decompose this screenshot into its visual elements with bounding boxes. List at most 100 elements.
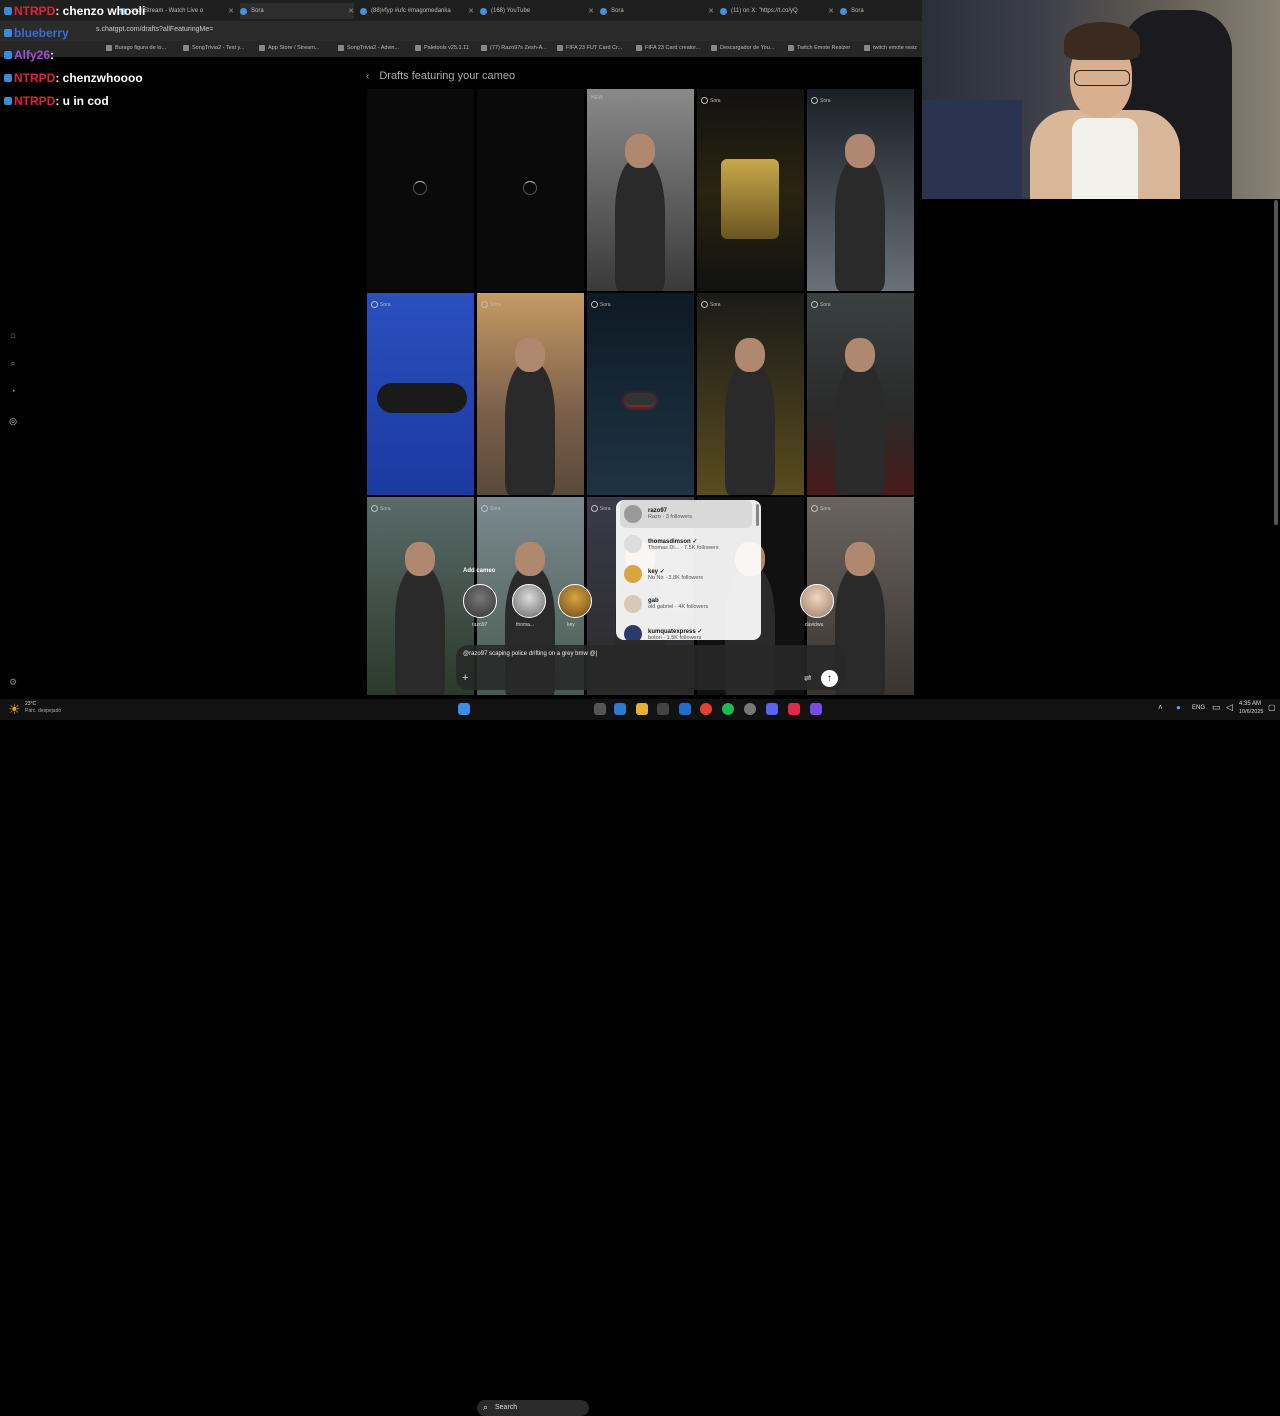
spotify-icon[interactable] <box>722 703 734 715</box>
bookmark-item[interactable]: App Store / Stream... <box>259 45 319 51</box>
sora-watermark: Sora <box>811 97 831 104</box>
mention-suggestion[interactable]: thomasdimson ✓ Thomas Di... · 7.5K follow… <box>620 530 752 558</box>
avatar <box>624 595 642 613</box>
mention-suggestion[interactable]: key ✓ No No · 3.8K followers <box>620 560 752 588</box>
browser-tab[interactable]: (11) on X: "https://t.co/yQ ✕ <box>720 3 834 19</box>
chat-message: NTRPD: chenzwhoooo <box>4 71 143 85</box>
taskbar-search[interactable]: ⌕ Search <box>477 1400 589 1416</box>
mention-subtitle: No No · 3.8K followers <box>648 574 704 581</box>
chat-username: NTRPD <box>14 4 56 18</box>
draft-tile[interactable]: Sora <box>367 293 474 495</box>
mention-suggestion[interactable]: gab old gabriel · 4K followers <box>620 590 752 618</box>
draft-tile[interactable]: Sora <box>587 293 694 495</box>
browser-tab[interactable]: Sora ✕ <box>240 3 354 19</box>
bookmark-item[interactable]: Paletools v25.1.11 <box>415 45 469 51</box>
bookmark-item[interactable]: Twitch Emote Resizer <box>788 45 850 51</box>
close-icon[interactable]: ✕ <box>588 7 594 15</box>
loading-spinner-icon <box>413 181 427 195</box>
settings-icon[interactable]: ⚙ <box>8 677 18 687</box>
language-indicator[interactable]: ENG <box>1192 705 1205 711</box>
close-icon[interactable]: ✕ <box>228 7 234 15</box>
bookmark-item[interactable]: Burago figura de lo... <box>106 45 166 51</box>
sora-label: Sora <box>380 505 391 512</box>
sora-logo-icon <box>481 505 488 512</box>
discord-icon[interactable] <box>766 703 778 715</box>
mic-icon[interactable]: ● <box>1176 703 1181 712</box>
clock-time[interactable]: 4:35 AM <box>1239 701 1261 707</box>
cameo-avatar[interactable] <box>512 584 546 618</box>
search-icon[interactable]: ⌕ <box>8 358 18 368</box>
plus-icon[interactable]: + <box>462 672 468 684</box>
mention-suggestion[interactable]: kumquatexpress ✓ boton · 1.5K followers <box>620 620 752 640</box>
popup-scrollbar[interactable] <box>756 504 759 526</box>
bookmark-item[interactable]: twitch emote resiz <box>864 45 917 51</box>
bookmark-label: Burago figura de lo... <box>115 45 167 51</box>
add-cameo-label: Add cameo <box>463 568 496 574</box>
obs-icon[interactable] <box>744 703 756 715</box>
search-label: Search <box>495 1404 518 1411</box>
browser-tab[interactable]: Sora ✕ <box>600 3 714 19</box>
bookmark-item[interactable]: SongTrivia2 - Advin... <box>338 45 399 51</box>
folder-icon[interactable] <box>636 703 648 715</box>
chat-message: NTRPD: u in cod <box>4 94 109 108</box>
draft-tile[interactable] <box>367 89 474 291</box>
car-figure <box>625 393 655 405</box>
url-text[interactable]: s.chatgpt.com/drafts?allFeaturingMe= <box>96 26 213 33</box>
chevron-up-icon[interactable]: ˄ <box>1158 703 1163 712</box>
chevron-left-icon[interactable]: ‹ <box>366 71 369 82</box>
send-button[interactable]: ↑ <box>821 670 838 687</box>
sora-watermark: Sora <box>811 505 831 512</box>
close-icon[interactable]: ✕ <box>468 7 474 15</box>
page-header: ‹ Drafts featuring your cameo <box>366 68 515 84</box>
bookmark-item[interactable]: SongTrivia2 - Test y... <box>183 45 244 51</box>
bookmark-favicon-icon <box>183 45 189 51</box>
network-icon[interactable]: ▭ <box>1212 702 1221 713</box>
edge-icon[interactable] <box>614 703 626 715</box>
volume-icon[interactable]: ◁ <box>1226 702 1233 713</box>
home-icon[interactable]: ⌂ <box>8 330 18 340</box>
mention-suggestion[interactable]: razo97 Razo · 3 followers <box>620 500 752 528</box>
draft-tile[interactable]: Sora <box>477 293 584 495</box>
windows-start-icon[interactable] <box>458 703 470 715</box>
page-scrollbar[interactable] <box>1274 200 1278 525</box>
sliders-icon[interactable]: ⇌ <box>804 673 812 684</box>
cameo-avatar[interactable] <box>800 584 834 618</box>
address-bar[interactable]: s.chatgpt.com/drafts?allFeaturingMe= <box>0 21 922 41</box>
browser-tab[interactable]: (88)#fyp #ufc #magomedanka ✕ <box>360 3 474 19</box>
verified-icon: ✓ <box>692 538 698 545</box>
chat-username: NTRPD <box>14 94 56 108</box>
draft-tile[interactable]: Sora <box>807 293 914 495</box>
mail-icon[interactable] <box>679 703 691 715</box>
browser-tab[interactable]: (168) YouTube ✕ <box>480 3 594 19</box>
draft-tile[interactable]: Sora <box>697 293 804 495</box>
bookmark-item[interactable]: FIFA 23 FUT Card Cr... <box>557 45 622 51</box>
chat-message: blueberry <box>4 26 69 40</box>
chrome-icon[interactable] <box>700 703 712 715</box>
bookmark-item[interactable]: FIFA 23 Card creator... <box>636 45 700 51</box>
cameo-avatar[interactable] <box>463 584 497 618</box>
cameo-avatar[interactable] <box>558 584 592 618</box>
clock-date[interactable]: 10/6/2025 <box>1239 709 1263 715</box>
close-icon[interactable]: ✕ <box>828 7 834 15</box>
cameo-label: davidwu <box>805 622 824 628</box>
music-icon[interactable] <box>788 703 800 715</box>
chat-badge-icon <box>4 74 12 82</box>
close-icon[interactable]: ✕ <box>708 7 714 15</box>
notifications-icon[interactable]: ▢ <box>1268 703 1276 712</box>
draft-tile[interactable] <box>477 89 584 291</box>
bell-icon[interactable]: ◔ <box>8 386 18 396</box>
bookmark-label: App Store / Stream... <box>268 45 320 51</box>
profile-icon[interactable]: ◎ <box>8 416 18 426</box>
tab-favicon-icon <box>840 7 847 15</box>
draft-tile[interactable]: Sora <box>807 89 914 291</box>
bookmark-item[interactable]: (77) Razo97s Zesh-A... <box>481 45 547 51</box>
close-icon[interactable]: ✕ <box>348 7 354 15</box>
draft-tile[interactable]: NEW <box>587 89 694 291</box>
bookmark-item[interactable]: Descargador de You... <box>711 45 774 51</box>
store-icon[interactable] <box>657 703 669 715</box>
task-view-icon[interactable] <box>594 703 606 715</box>
prompt-input[interactable]: @razo97 scaping police drifting on a gre… <box>463 651 597 657</box>
app-icon[interactable] <box>810 703 822 715</box>
draft-tile[interactable]: Sora <box>697 89 804 291</box>
tab-label: Sora <box>851 8 864 14</box>
